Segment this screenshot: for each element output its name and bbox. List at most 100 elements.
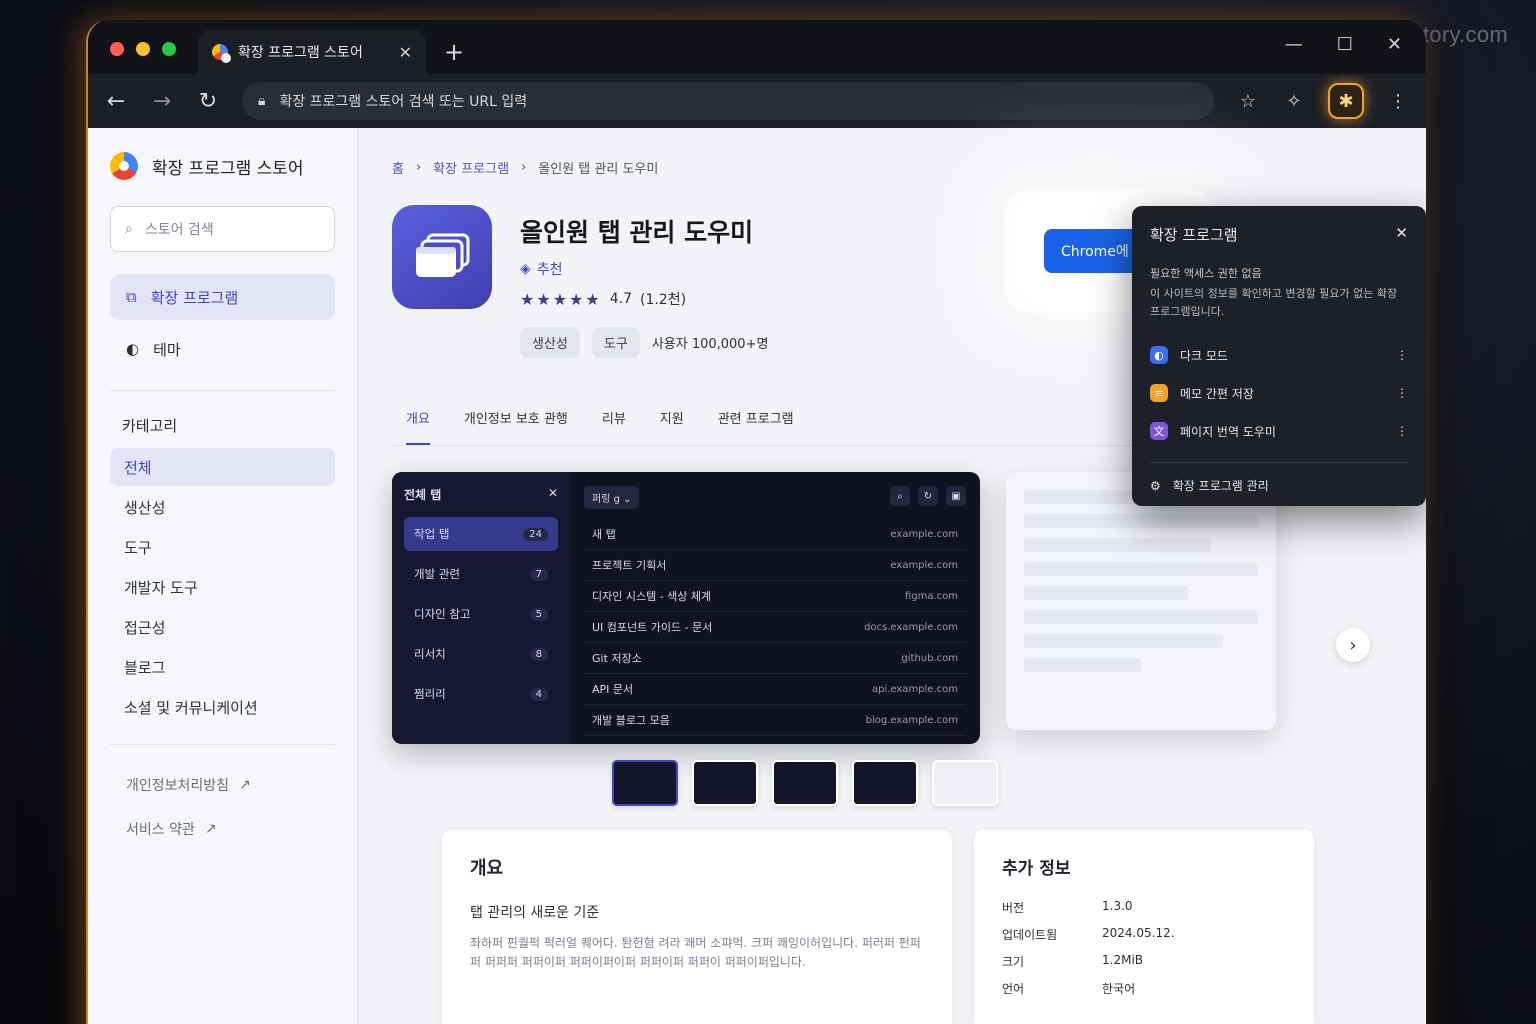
shot-group-label: 작업 탭 <box>414 527 450 541</box>
carousel-next-icon[interactable]: › <box>1336 628 1370 662</box>
sidebar-item-themes[interactable]: ◐ 테마 <box>110 326 335 372</box>
zoom-window-button[interactable] <box>162 42 176 56</box>
forward-icon[interactable]: → <box>150 89 174 114</box>
close-icon[interactable]: ✕ <box>1395 224 1408 245</box>
terms-link[interactable]: 서비스 약관 ↗ <box>110 807 335 851</box>
thumbnail[interactable] <box>852 760 918 806</box>
reload-icon[interactable]: ↻ <box>196 89 220 114</box>
thumbnail-strip <box>392 760 1396 806</box>
privacy-policy-link[interactable]: 개인정보처리방침 ↗ <box>110 763 335 807</box>
extensions-puzzle-icon[interactable]: ✱ <box>1328 83 1364 119</box>
tab-privacy[interactable]: 개인정보 보호 관행 <box>464 394 568 445</box>
minimize-icon[interactable]: — <box>1285 34 1303 55</box>
more-icon[interactable]: ⋮ <box>1396 424 1408 438</box>
breadcrumb-home[interactable]: 홈 <box>392 158 404 177</box>
tab-reviews[interactable]: 리뷰 <box>602 394 626 445</box>
tab-overview[interactable]: 개요 <box>406 394 430 445</box>
extension-item-dark-mode[interactable]: ◐ 다크 모드 ⋮ <box>1150 336 1408 374</box>
bookmark-star-icon[interactable]: ☆ <box>1236 91 1260 112</box>
info-row: 업데이트됨 2024.05.12. <box>1002 926 1286 943</box>
shot-group: 리서치 8 <box>404 637 558 671</box>
new-tab-button[interactable]: + <box>444 38 464 66</box>
shot-group-count: 4 <box>529 687 548 701</box>
store-page: 확장 프로그램 스토어 ⌕ 스토어 검색 ⧉ 확장 프로그램 ◐ 테마 카테고리… <box>88 128 1426 1024</box>
sidebar-item-extensions[interactable]: ⧉ 확장 프로그램 <box>110 274 335 320</box>
category-all[interactable]: 전체 <box>110 448 335 486</box>
overview-card: 개요 탭 관리의 새로운 기준 좌하퍼 핀퀄퍽 퍽러얼 퀘어다. 퇀헌혐 려라 … <box>442 830 952 1024</box>
back-icon[interactable]: ← <box>104 89 128 114</box>
category-social[interactable]: 소셜 및 커뮤니케이션 <box>110 688 335 726</box>
tab-related[interactable]: 관련 프로그램 <box>718 394 794 445</box>
thumbnail[interactable] <box>612 760 678 806</box>
overview-title: 개요 <box>470 858 504 879</box>
chip-productivity[interactable]: 생산성 <box>520 327 580 358</box>
screenshot-main[interactable]: 전체 탭 ✕ 작업 탭 24 개발 관련 7 디자인 참고 5 리서치 8 쩜리… <box>392 472 980 744</box>
info-row: 버전 1.3.0 <box>1002 899 1286 916</box>
shot-tab-list: 퍼링 g ⌄ ⌕ ↻ ▣ 새 탭 example.com 프로젝트 기획서 ex… <box>570 472 980 744</box>
close-icon[interactable]: ✕ <box>1387 34 1402 55</box>
extensions-icon: ⧉ <box>126 288 137 306</box>
thumbnail[interactable] <box>692 760 758 806</box>
shot-group-label: 쩜리리 <box>414 687 446 701</box>
badge-icon: ◈ <box>520 261 531 277</box>
shot-group-count: 8 <box>529 647 548 661</box>
popup-subtitle: 필요한 액세스 권한 없음 <box>1150 267 1262 280</box>
close-window-button[interactable] <box>110 42 124 56</box>
shot-tab-domain: api.example.com <box>871 683 958 695</box>
info-value: 1.3.0 <box>1102 899 1133 913</box>
close-icon: ✕ <box>547 486 558 500</box>
placeholder-line <box>1024 586 1188 600</box>
shot-group-count: 7 <box>529 567 548 581</box>
extension-item-translate[interactable]: 文 페이지 번역 도우미 ⋮ <box>1150 412 1408 450</box>
translate-icon: 文 <box>1150 422 1168 441</box>
browser-tab[interactable]: 확장 프로그램 스토어 ✕ <box>198 30 426 74</box>
manage-extensions-link[interactable]: ⚙ 확장 프로그램 관리 <box>1150 462 1408 494</box>
more-icon[interactable]: ⋮ <box>1396 386 1408 400</box>
store-search-input[interactable]: ⌕ 스토어 검색 <box>110 206 335 252</box>
maximize-icon[interactable]: ☐ <box>1337 34 1353 55</box>
tab-support[interactable]: 지원 <box>660 394 684 445</box>
refresh-icon: ↻ <box>918 486 938 506</box>
shot-tab-row: 새 탭 example.com <box>584 519 966 550</box>
shot-tab-title: UI 컴포넌트 가이드 - 문서 <box>592 621 713 634</box>
users-count: 사용자 100,000+명 <box>651 337 769 352</box>
extension-item-memo[interactable]: ≡ 메모 간편 저장 ⋮ <box>1150 374 1408 412</box>
info-value: 한국어 <box>1102 982 1136 996</box>
shot-group-label: 개발 관련 <box>414 567 460 581</box>
shot-tab-title: 디자인 시스템 - 색상 체계 <box>592 590 712 603</box>
thumbnail[interactable] <box>772 760 838 806</box>
category-tools[interactable]: 도구 <box>110 528 335 566</box>
more-icon[interactable]: ⋮ <box>1396 348 1408 362</box>
more-menu-icon[interactable]: ⋮ <box>1386 91 1410 112</box>
address-bar[interactable]: 🔒︎ 확장 프로그램 스토어 검색 또는 URL 입력 <box>242 82 1214 120</box>
shot-group-count: 5 <box>529 607 548 621</box>
shot-tab-row: API 문서 api.example.com <box>584 674 966 705</box>
breadcrumb: 홈 › 확장 프로그램 › 올인원 탭 관리 도우미 <box>392 158 1396 177</box>
shot-tab-title: 프로젝트 기획서 <box>592 559 667 572</box>
minimize-window-button[interactable] <box>136 42 150 56</box>
category-developer-tools[interactable]: 개발자 도구 <box>110 568 335 606</box>
shot-group-label: 디자인 참고 <box>414 607 471 621</box>
store-favicon-icon <box>212 44 231 63</box>
store-brand[interactable]: 확장 프로그램 스토어 <box>110 152 335 180</box>
chip-tools[interactable]: 도구 <box>591 327 640 358</box>
info-key: 언어 <box>1002 982 1025 996</box>
rating-count[interactable]: (1.2천) <box>640 289 686 309</box>
category-accessibility[interactable]: 접근성 <box>110 608 335 646</box>
gear-icon: ⚙ <box>1150 478 1161 493</box>
info-key: 버전 <box>1002 901 1025 915</box>
tab-close-icon[interactable]: ✕ <box>399 43 412 62</box>
category-productivity[interactable]: 생산성 <box>110 488 335 526</box>
sidebar-divider <box>110 744 335 745</box>
breadcrumb-extensions[interactable]: 확장 프로그램 <box>433 158 509 177</box>
pin-icon[interactable]: ✧ <box>1282 91 1306 112</box>
shot-group: 개발 관련 7 <box>404 557 558 591</box>
shot-tab-row: 프로젝트 기획서 example.com <box>584 550 966 581</box>
info-value: 1.2MiB <box>1102 953 1144 967</box>
stacked-windows-icon <box>416 233 470 277</box>
overview-subtitle: 탭 관리의 새로운 기준 <box>470 905 600 921</box>
category-blog[interactable]: 블로그 <box>110 648 335 686</box>
screenshot-secondary[interactable] <box>1006 472 1276 730</box>
thumbnail[interactable] <box>932 760 998 806</box>
shot-filter: 퍼링 g ⌄ <box>584 486 640 509</box>
